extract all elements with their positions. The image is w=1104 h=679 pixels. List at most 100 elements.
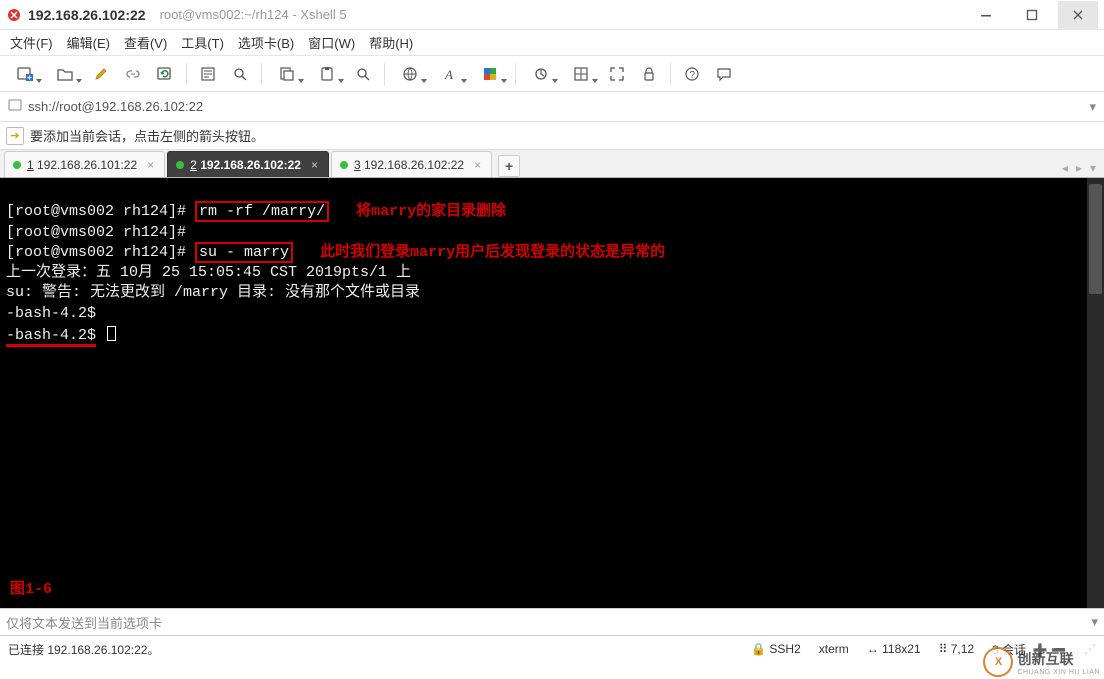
ssh-icon — [8, 98, 22, 115]
terminal-line: -bash-4.2$ — [6, 327, 116, 344]
annotation-text: 将marry的家目录删除 — [356, 203, 506, 220]
menu-tabs[interactable]: 选项卡(B) — [238, 33, 294, 52]
app-icon — [6, 7, 22, 23]
new-session-button[interactable] — [6, 59, 44, 89]
window-title-ip: 192.168.26.102:22 — [28, 7, 146, 23]
layout-button[interactable] — [562, 59, 600, 89]
terminal-line: su: 警告: 无法更改到 /marry 目录: 没有那个文件或目录 — [6, 284, 420, 301]
font-button[interactable]: A — [431, 59, 469, 89]
status-sessions: 3 会话 ➕ ➖ — [992, 641, 1066, 658]
send-input-placeholder: 仅将文本发送到当前选项卡 — [6, 613, 162, 632]
tab-nav: ◂ ▸ ▾ — [1058, 159, 1104, 177]
address-url: ssh://root@192.168.26.102:22 — [28, 99, 203, 114]
help-button[interactable]: ? — [677, 59, 707, 89]
pencil-button[interactable] — [86, 59, 116, 89]
svg-text:A: A — [444, 67, 453, 82]
tab-nav-right-icon[interactable]: ▸ — [1072, 159, 1086, 177]
status-bar: 已连接 192.168.26.102:22。 🔒 SSH2 xterm ↔ 11… — [0, 636, 1104, 662]
terminal-line: -bash-4.2$ — [6, 305, 96, 322]
annotation-text: 此时我们登录marry用户后发现登录的状态是异常的 — [320, 244, 665, 261]
cmd-highlight: rm -rf /marry/ — [195, 201, 329, 222]
send-input-bar[interactable]: 仅将文本发送到当前选项卡 ▾ — [0, 608, 1104, 636]
address-dropdown-icon[interactable]: ▾ — [1089, 99, 1096, 115]
zoom-button[interactable] — [225, 59, 255, 89]
terminal-line: [root@vms002 rh124]# — [6, 224, 186, 241]
session-tab-1[interactable]: 1 192.168.26.101:22 × — [4, 151, 165, 177]
lock-button[interactable] — [634, 59, 664, 89]
session-button[interactable] — [522, 59, 560, 89]
hint-add-icon[interactable]: ➔ — [6, 127, 24, 145]
session-tab-3[interactable]: 3 192.168.26.102:22 × — [331, 151, 492, 177]
menu-window[interactable]: 窗口(W) — [308, 33, 355, 52]
tab-add-button[interactable]: + — [498, 155, 520, 177]
menu-help[interactable]: 帮助(H) — [369, 33, 413, 52]
tab-label: 192.168.26.101:22 — [37, 158, 137, 172]
hint-bar: ➔ 要添加当前会话，点击左侧的箭头按钮。 — [0, 122, 1104, 150]
menu-file[interactable]: 文件(F) — [10, 33, 53, 52]
toolbar-separator — [384, 63, 385, 85]
tab-label: 192.168.26.102:22 — [200, 158, 301, 172]
session-tab-2[interactable]: 2 192.168.26.102:22 × — [167, 151, 329, 177]
prompt-underline: -bash-4.2$ — [6, 327, 96, 347]
reconnect-button[interactable] — [150, 59, 180, 89]
terminal-line: 上一次登录：五 10月 25 15:05:45 CST 2019pts/1 上 — [6, 264, 411, 281]
title-bar: 192.168.26.102:22 root@vms002:~/rh124 - … — [0, 0, 1104, 30]
link-button[interactable] — [118, 59, 148, 89]
toolbar-separator — [670, 63, 671, 85]
color-scheme-button[interactable] — [471, 59, 509, 89]
tab-label: 192.168.26.102:22 — [364, 158, 464, 172]
tab-close-icon[interactable]: × — [474, 158, 481, 172]
terminal[interactable]: [root@vms002 rh124]# rm -rf /marry/ 将mar… — [0, 178, 1104, 608]
cmd-highlight: su - marry — [195, 242, 293, 263]
tab-index: 1 — [27, 158, 34, 172]
address-bar[interactable]: ssh://root@192.168.26.102:22 ▾ — [0, 92, 1104, 122]
properties-button[interactable] — [193, 59, 223, 89]
hint-text: 要添加当前会话，点击左侧的箭头按钮。 — [30, 126, 264, 145]
tab-close-icon[interactable]: × — [147, 158, 154, 172]
scrollbar-thumb[interactable] — [1089, 184, 1102, 294]
svg-text:?: ? — [690, 70, 696, 81]
chat-button[interactable] — [709, 59, 739, 89]
status-ssh: 🔒 SSH2 — [751, 642, 801, 656]
status-size: ↔ 118x21 — [867, 642, 921, 656]
status-dot-icon — [13, 161, 21, 169]
fullscreen-button[interactable] — [602, 59, 632, 89]
window-title-path: root@vms002:~/rh124 - Xshell 5 — [160, 7, 347, 22]
tab-bar: 1 192.168.26.101:22 × 2 192.168.26.102:2… — [0, 150, 1104, 178]
tab-nav-left-icon[interactable]: ◂ — [1058, 159, 1072, 177]
watermark-text-en: CHUANG XIN HU LIAN — [1017, 669, 1100, 676]
cursor-icon — [107, 326, 116, 341]
terminal-line: [root@vms002 rh124]# rm -rf /marry/ 将mar… — [6, 201, 506, 222]
status-term: xterm — [819, 642, 849, 656]
minimize-button[interactable] — [966, 1, 1006, 29]
terminal-line: [root@vms002 rh124]# su - marry 此时我们登录ma… — [6, 242, 665, 263]
status-grip-icon[interactable]: ⋰ — [1084, 642, 1096, 656]
input-dropdown-icon[interactable]: ▾ — [1091, 614, 1098, 630]
status-dot-icon — [340, 161, 348, 169]
status-dot-icon — [176, 161, 184, 169]
terminal-scrollbar[interactable] — [1087, 178, 1104, 608]
maximize-button[interactable] — [1012, 1, 1052, 29]
toolbar-separator — [186, 63, 187, 85]
menu-bar: 文件(F) 编辑(E) 查看(V) 工具(T) 选项卡(B) 窗口(W) 帮助(… — [0, 30, 1104, 56]
toolbar: A ? — [0, 56, 1104, 92]
tab-nav-menu-icon[interactable]: ▾ — [1086, 159, 1100, 177]
open-folder-button[interactable] — [46, 59, 84, 89]
lock-icon: 🔒 — [751, 642, 766, 656]
menu-edit[interactable]: 编辑(E) — [67, 33, 110, 52]
status-pos: ⠿ 7,12 — [939, 642, 974, 656]
toolbar-separator — [261, 63, 262, 85]
toolbar-separator — [515, 63, 516, 85]
tab-close-icon[interactable]: × — [311, 158, 318, 172]
figure-label: 图1-6 — [10, 580, 52, 600]
copy-button[interactable] — [268, 59, 306, 89]
tab-index: 2 — [190, 158, 197, 172]
menu-tools[interactable]: 工具(T) — [181, 33, 224, 52]
find-button[interactable] — [348, 59, 378, 89]
tab-index: 3 — [354, 158, 361, 172]
status-connection: 已连接 192.168.26.102:22。 — [8, 641, 159, 658]
encoding-button[interactable] — [391, 59, 429, 89]
close-button[interactable] — [1058, 1, 1098, 29]
menu-view[interactable]: 查看(V) — [124, 33, 167, 52]
paste-button[interactable] — [308, 59, 346, 89]
